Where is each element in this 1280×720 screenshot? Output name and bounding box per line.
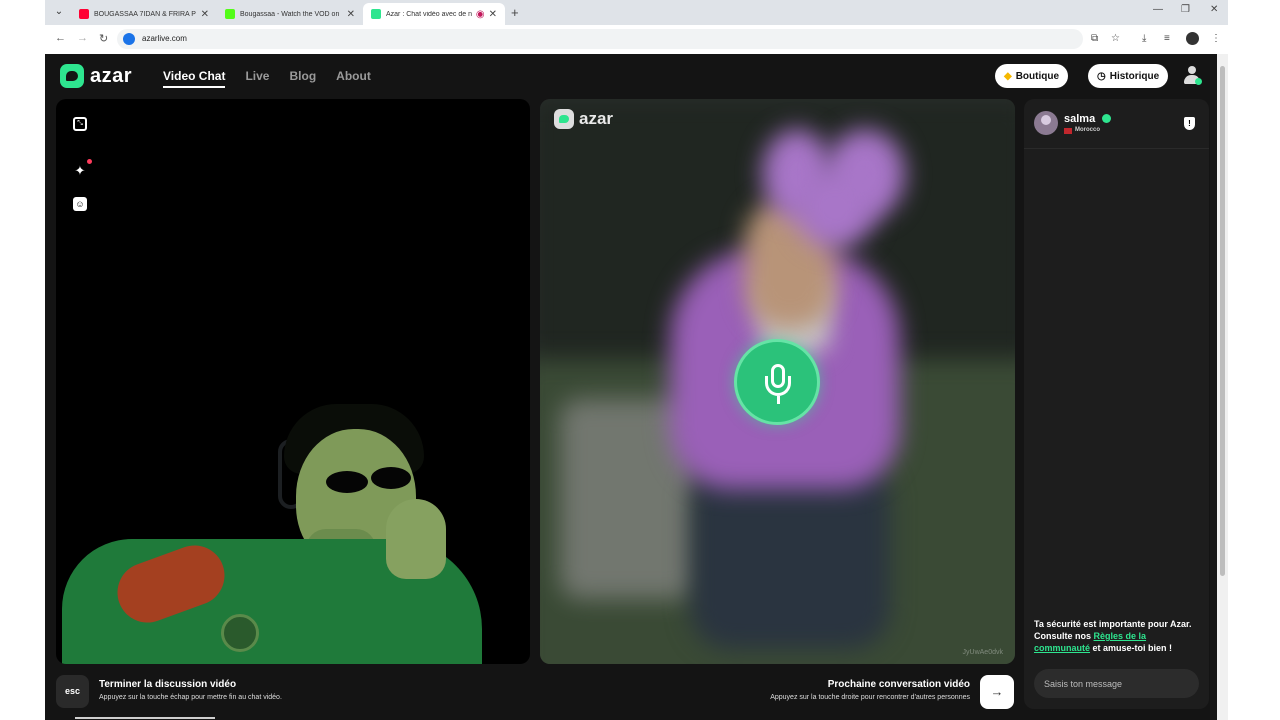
azar-logo[interactable]: azar (60, 64, 132, 88)
user-profile-icon[interactable] (1183, 66, 1202, 85)
site-info-icon[interactable] (123, 33, 135, 45)
back-icon[interactable]: ← (55, 32, 66, 44)
media-controls-icon[interactable]: ≡ (1164, 33, 1170, 44)
main-nav: Video Chat Live Blog About (163, 69, 371, 88)
partner-country: Morocco (1075, 127, 1101, 133)
right-margin (1228, 0, 1280, 720)
left-margin (0, 0, 45, 720)
message-input[interactable] (1034, 669, 1199, 698)
azar-favicon-icon (371, 9, 381, 19)
download-icon[interactable]: ⤓ (1142, 33, 1146, 44)
effects-sparkle-icon[interactable]: ✦ (73, 164, 87, 178)
tab-bougassaa-kick[interactable]: Bougassaa - Watch the VOD on ✕ (217, 3, 363, 25)
esc-key-button[interactable]: esc (56, 675, 89, 708)
bottom-divider (75, 717, 215, 719)
user-head-shape (1188, 66, 1196, 74)
next-conversation-button[interactable]: → (980, 675, 1014, 709)
video-logo-text: azar (579, 109, 614, 128)
browser-profile-avatar[interactable] (1186, 32, 1199, 45)
safety-text-2: et amuse-toi bien ! (1090, 643, 1173, 653)
tab-close-icon[interactable]: ✕ (489, 9, 497, 20)
azar-logo-text: azar (90, 64, 133, 87)
screen: ⌄ BOUGASSAA 7IDAN & FRIRA P ✕ Bougassaa … (0, 0, 1280, 720)
tab-azar[interactable]: Azar : Chat vidéo avec de n ◉ ✕ (363, 3, 505, 25)
cast-icon[interactable]: ⧉ (1091, 33, 1098, 44)
boutique-label: Boutique (1015, 70, 1060, 82)
boutique-button[interactable]: ◆ Boutique (995, 64, 1069, 88)
tab-label: Bougassaa - Watch the VOD on (240, 10, 340, 18)
tab-close-icon[interactable]: ✕ (201, 9, 209, 20)
chat-header: salma Morocco ! (1024, 99, 1209, 149)
url-text: azarlive.com (142, 34, 187, 43)
close-window-icon[interactable]: ✕ (1210, 4, 1218, 15)
remote-video: azar JyUwAe0dvk (540, 99, 1015, 664)
nav-blog[interactable]: Blog (289, 69, 316, 88)
microphone-arc-shape (765, 376, 791, 396)
next-chat-hint: Appuyez sur la touche droite pour rencon… (770, 694, 970, 701)
tab-label: BOUGASSAA 7IDAN & FRIRA P (94, 10, 196, 18)
browser-chrome: ⌄ BOUGASSAA 7IDAN & FRIRA P ✕ Bougassaa … (45, 0, 1228, 54)
microphone-button[interactable] (734, 339, 820, 425)
chat-panel: salma Morocco ! Ta sécurité est importan… (1024, 99, 1209, 709)
end-chat-title: Terminer la discussion vidéo (99, 679, 237, 690)
tab-strip: ⌄ BOUGASSAA 7IDAN & FRIRA P ✕ Bougassaa … (45, 0, 1228, 25)
hand-shape (386, 499, 446, 579)
partner-username: salma (1064, 113, 1096, 125)
nav-video-chat[interactable]: Video Chat (163, 69, 226, 88)
kick-favicon-icon (225, 9, 235, 19)
morocco-flag-icon (1064, 128, 1072, 134)
gem-icon: ◆ (1004, 70, 1012, 82)
browser-menu-icon[interactable]: ⋮ (1211, 33, 1221, 44)
historique-button[interactable]: ◷ Historique (1088, 64, 1169, 88)
end-chat-hint: Appuyez sur la touche échap pour mettre … (99, 694, 282, 701)
sunglasses-left-shape (326, 471, 368, 493)
tab-search-icon[interactable]: ⌄ (51, 4, 67, 20)
page-scrollbar[interactable] (1217, 54, 1228, 720)
tab-label: Azar : Chat vidéo avec de n (386, 10, 472, 18)
recording-icon: ◉ (475, 8, 485, 20)
jersey-emblem-shape (221, 614, 259, 652)
forward-icon[interactable]: → (77, 32, 88, 44)
effects-notification-dot (87, 159, 92, 164)
azar-logo-icon (554, 109, 574, 129)
partner-avatar[interactable] (1034, 111, 1058, 135)
video-watermark: JyUwAe0dvk (962, 649, 1003, 656)
azar-logo-icon (60, 64, 84, 88)
safety-notice: Ta sécurité est importante pour Azar. Co… (1034, 618, 1202, 654)
minimize-icon[interactable]: — (1153, 4, 1163, 15)
nav-about[interactable]: About (336, 69, 371, 88)
scrollbar-thumb[interactable] (1220, 66, 1225, 576)
azar-page: azar Video Chat Live Blog About ◆ Boutiq… (45, 54, 1217, 720)
local-video: ⤡ ✦ ☺ (56, 99, 530, 664)
online-badge (1195, 78, 1202, 85)
historique-label: Historique (1109, 70, 1160, 82)
youtube-favicon-icon (79, 9, 89, 19)
url-field[interactable]: azarlive.com (117, 29, 1083, 49)
collapse-video-icon[interactable]: ⤡ (73, 117, 87, 131)
clock-icon: ◷ (1097, 70, 1106, 82)
sunglasses-right-shape (371, 467, 411, 489)
report-shield-icon[interactable]: ! (1184, 117, 1195, 130)
reload-icon[interactable]: ↻ (99, 32, 108, 45)
address-bar: ← → ↻ azarlive.com ⧉ ☆ ⤓ ≡ ⋮ (45, 25, 1228, 54)
restore-icon[interactable]: ❐ (1181, 4, 1190, 15)
verified-badge-icon (1102, 114, 1111, 123)
next-chat-title: Prochaine conversation vidéo (827, 679, 970, 690)
bookmark-star-icon[interactable]: ☆ (1111, 33, 1120, 44)
nav-live[interactable]: Live (245, 69, 269, 88)
tab-bougassaa-youtube[interactable]: BOUGASSAA 7IDAN & FRIRA P ✕ (71, 3, 217, 25)
new-tab-icon[interactable]: + (511, 5, 519, 20)
video-azar-logo: azar (554, 109, 613, 129)
microphone-stem-shape (777, 396, 780, 404)
mask-face-shape (795, 169, 875, 249)
face-filter-icon[interactable]: ☺ (73, 197, 87, 211)
tab-close-icon[interactable]: ✕ (347, 9, 355, 20)
